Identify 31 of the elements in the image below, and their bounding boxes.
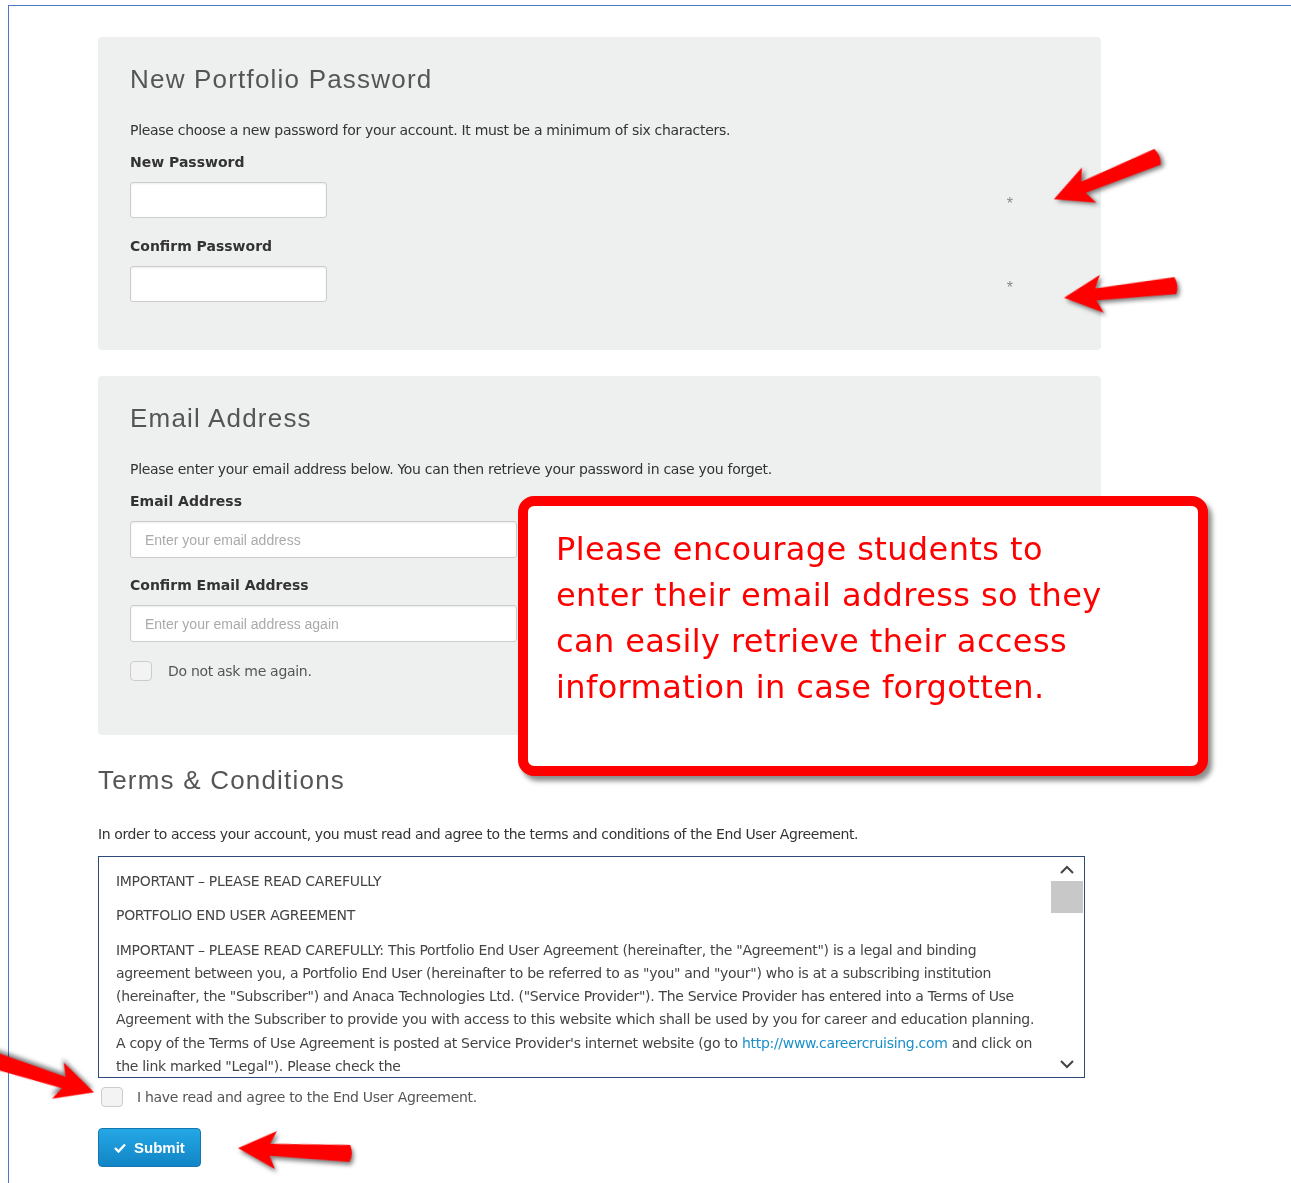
panel-title: Email Address	[130, 403, 313, 434]
password-field[interactable]	[130, 182, 327, 218]
submit-button[interactable]: Submit	[98, 1128, 201, 1167]
required-mark: *	[1006, 195, 1013, 213]
required-mark: *	[1006, 279, 1013, 297]
scrollbar-thumb[interactable]	[1051, 881, 1083, 913]
checkbox[interactable]	[101, 1087, 123, 1107]
scroll-down-icon[interactable]	[1059, 1059, 1075, 1069]
check-icon	[114, 1142, 126, 1153]
section-title: Terms & Conditions	[98, 765, 347, 796]
scroll-up-icon[interactable]	[1059, 865, 1075, 875]
checkbox-label: I have read and agree to the End User Agreement.	[137, 1089, 477, 1105]
agreement-paragraph: IMPORTANT – PLEASE READ CAREFULLY: This Portfolio End User Agreement (hereinafter, the "Agreement") is a legal and binding agreement between you, a Portfolio End User (hereinafter to be referred to as "you" and "your") who is at a subscribing institution (hereinafter, the "Subscriber") and Anaca Technologies Ltd. ("Service Provider"). The Service Provider has entered into a Terms of Use Agreement with the Subscriber to provide you with access to this website which shall be used by you for career and education planning. A copy of the Terms of Use Agreement is posted at Service Provider's internet website (go to http://www.careercruising.com and click on the link marked "Legal"). Please check the	[116, 940, 1036, 1077]
email-field[interactable]: Enter your email address	[130, 521, 517, 558]
field-label: Email Address	[130, 493, 242, 509]
checkbox[interactable]	[130, 661, 152, 681]
agreement-heading: IMPORTANT – PLEASE READ CAREFULLY	[116, 872, 383, 891]
callout-text: Please encourage students to enter their email address so they can easily retrieve their access information in case forgotten.	[556, 529, 1103, 708]
email-field[interactable]: Enter your email address again	[130, 605, 517, 642]
field-label: Confirm Password	[130, 238, 273, 254]
panel-title: New Portfolio Password	[130, 64, 434, 95]
agreement-textbox[interactable]	[98, 856, 1085, 1078]
website-link[interactable]: http://www.careercruising.com	[741, 1034, 948, 1051]
agreement-heading: PORTFOLIO END USER AGREEMENT	[116, 906, 357, 926]
password-field[interactable]	[130, 266, 327, 302]
panel-description: Please choose a new password for your account. It must be a minimum of six characters.	[130, 122, 732, 138]
field-label: Confirm Email Address	[130, 577, 309, 593]
field-label: New Password	[130, 154, 245, 170]
checkbox-label: Do not ask me again.	[168, 663, 312, 679]
section-description: In order to access your account, you must read and agree to the terms and conditions of the End User Agreement.	[98, 826, 860, 842]
panel-description: Please enter your email address below. You can then retrieve your password in case you forget.	[130, 461, 773, 477]
